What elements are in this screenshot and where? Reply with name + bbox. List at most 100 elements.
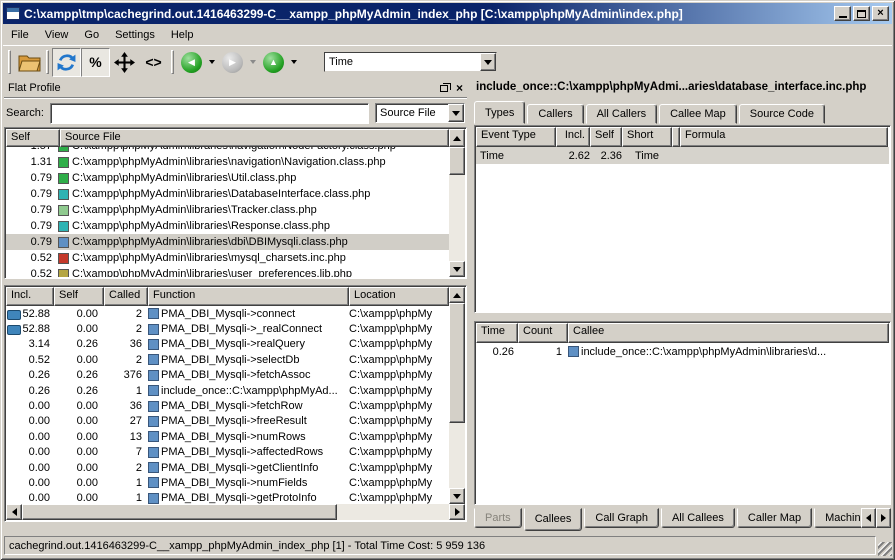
tab-all-callees[interactable]: All Callees (661, 508, 735, 528)
grouping-dropdown-button[interactable] (448, 104, 464, 122)
toolbar-handle-3[interactable] (171, 50, 174, 74)
grouping-selector[interactable]: Source File (375, 103, 465, 123)
cycle-detection-button[interactable] (52, 48, 81, 77)
column-header-incl[interactable]: Incl. (556, 127, 590, 147)
list-item[interactable]: 0.79 C:\xampp\phpMyAdmin\libraries\Util.… (6, 170, 449, 186)
column-header-event-type[interactable]: Event Type (476, 127, 556, 147)
resize-grip[interactable] (878, 542, 892, 556)
column-header-self[interactable]: Self (54, 287, 104, 306)
scroll-down-button[interactable] (449, 488, 465, 504)
toolbar-handle-2[interactable] (46, 50, 49, 74)
table-row-selected[interactable]: Time 2.62 2.36 Time (476, 147, 889, 164)
tab-callee-map[interactable]: Callee Map (659, 104, 737, 124)
relative-cost-button[interactable]: % (81, 48, 110, 77)
shorten-templates-button[interactable]: <> (139, 48, 168, 77)
table-row[interactable]: 0.26 0.26 1 include_once::C:\xampp\phpMy… (6, 383, 449, 398)
maximize-button[interactable] (853, 6, 870, 21)
list-item[interactable]: 0.52 C:\xampp\phpMyAdmin\libraries\user_… (6, 266, 449, 277)
scrollbar-track[interactable] (337, 504, 449, 520)
table-row[interactable]: 0.00 0.00 27 PMA_DBI_Mysqli->freeResult … (6, 414, 449, 429)
table-row[interactable]: 0.00 0.00 13 PMA_DBI_Mysqli->numRows C:\… (6, 429, 449, 444)
toolbar-handle[interactable] (8, 50, 11, 74)
scrollbar-track[interactable] (449, 175, 465, 261)
table-row[interactable]: 3.14 0.26 36 PMA_DBI_Mysqli->realQuery C… (6, 337, 449, 352)
tab-callers[interactable]: Callers (527, 104, 583, 124)
table-row[interactable]: 52.88 0.00 2 PMA_DBI_Mysqli->connect C:\… (6, 306, 449, 321)
table-row[interactable]: 0.26 0.26 376 PMA_DBI_Mysqli->fetchAssoc… (6, 368, 449, 383)
menu-file[interactable]: File (3, 27, 37, 43)
column-header-source-file[interactable]: Source File (60, 129, 449, 147)
up-dropdown[interactable] (288, 52, 300, 73)
scroll-down-button[interactable] (449, 261, 465, 277)
menu-view[interactable]: View (37, 27, 77, 43)
column-header-self[interactable]: Self (590, 127, 622, 147)
column-header-short[interactable]: Short (622, 127, 672, 147)
table-row[interactable]: 0.00 0.00 36 PMA_DBI_Mysqli->fetchRow C:… (6, 398, 449, 413)
event-type-dropdown-button[interactable] (480, 53, 496, 71)
forward-dropdown[interactable] (247, 52, 259, 73)
table-row[interactable]: 52.88 0.00 2 PMA_DBI_Mysqli->_realConnec… (6, 321, 449, 336)
column-header-self[interactable]: Self (6, 129, 60, 147)
flat-profile-header[interactable]: Flat Profile × (4, 79, 467, 98)
tab-caller-map[interactable]: Caller Map (737, 508, 812, 528)
tab-scroll-right-button[interactable] (876, 508, 891, 528)
column-header-count[interactable]: Count (518, 323, 568, 343)
tab-callees[interactable]: Callees (524, 508, 583, 531)
back-button[interactable]: ◀ (177, 48, 206, 77)
title-bar[interactable]: C:\xampp\tmp\cachegrind.out.1416463299-C… (3, 3, 892, 24)
vertical-scrollbar[interactable] (449, 129, 465, 277)
called-value: 36 (104, 338, 148, 350)
list-item[interactable]: 1.31 C:\xampp\phpMyAdmin\libraries\navig… (6, 154, 449, 170)
tab-all-callers[interactable]: All Callers (586, 104, 658, 124)
table-row[interactable]: 0.52 0.00 2 PMA_DBI_Mysqli->selectDb C:\… (6, 352, 449, 367)
table-row[interactable]: 0.00 0.00 2 PMA_DBI_Mysqli->getClientInf… (6, 460, 449, 475)
scrollbar-thumb[interactable] (22, 504, 337, 520)
table-row[interactable]: 0.00 0.00 1 PMA_DBI_Mysqli->numFields C:… (6, 475, 449, 490)
scroll-right-button[interactable] (449, 504, 465, 520)
menu-go[interactable]: Go (76, 27, 107, 43)
column-header-formula[interactable]: Formula (680, 127, 888, 147)
list-item-selected[interactable]: 0.79 C:\xampp\phpMyAdmin\libraries\dbi\D… (6, 234, 449, 250)
list-item[interactable]: 0.52 C:\xampp\phpMyAdmin\libraries\mysql… (6, 250, 449, 266)
float-dock-icon[interactable] (440, 85, 448, 92)
scrollbar-thumb[interactable] (449, 147, 465, 175)
tab-scroll-left-button[interactable] (861, 508, 876, 528)
tab-source-code[interactable]: Source Code (739, 104, 825, 124)
scroll-up-button[interactable] (449, 287, 465, 303)
column-header-location[interactable]: Location (349, 287, 449, 306)
tab-call-graph[interactable]: Call Graph (584, 508, 659, 528)
vertical-scrollbar[interactable] (449, 287, 465, 504)
list-item[interactable]: 0.79 C:\xampp\phpMyAdmin\libraries\Track… (6, 202, 449, 218)
scroll-left-button[interactable] (6, 504, 22, 520)
column-header-spacer[interactable] (672, 127, 680, 147)
list-item[interactable]: 1.57 C:\xampp\phpMyAdmin\libraries\navig… (6, 147, 449, 154)
horizontal-scrollbar[interactable] (6, 504, 465, 520)
forward-button[interactable]: ▶ (218, 48, 247, 77)
tab-parts[interactable]: Parts (474, 508, 522, 528)
search-input[interactable] (50, 103, 369, 124)
column-header-callee[interactable]: Callee (568, 323, 889, 343)
minimize-button[interactable] (834, 6, 851, 21)
up-button[interactable]: ▲ (259, 48, 288, 77)
expand-areas-button[interactable] (110, 48, 139, 77)
column-header-function[interactable]: Function (148, 287, 349, 306)
column-header-incl[interactable]: Incl. (6, 287, 54, 306)
close-button[interactable]: × (872, 6, 889, 21)
column-header-called[interactable]: Called (104, 287, 148, 306)
close-dock-icon[interactable]: × (456, 82, 463, 94)
event-type-selector[interactable]: Time (324, 52, 497, 72)
menu-help[interactable]: Help (163, 27, 202, 43)
table-row[interactable]: 0.00 0.00 1 PMA_DBI_Mysqli->getProtoInfo… (6, 491, 449, 504)
table-row[interactable]: 0.00 0.00 7 PMA_DBI_Mysqli->affectedRows… (6, 445, 449, 460)
list-item[interactable]: 0.79 C:\xampp\phpMyAdmin\libraries\Respo… (6, 218, 449, 234)
list-item[interactable]: 0.79 C:\xampp\phpMyAdmin\libraries\Datab… (6, 186, 449, 202)
back-dropdown[interactable] (206, 52, 218, 73)
column-header-time[interactable]: Time (476, 323, 518, 343)
table-row[interactable]: 0.26 1 include_once::C:\xampp\phpMyAdmin… (476, 343, 889, 360)
menu-settings[interactable]: Settings (107, 27, 163, 43)
tab-types[interactable]: Types (474, 101, 525, 124)
open-file-button[interactable] (14, 48, 43, 77)
location-value: C:\xampp\phpMy (349, 400, 449, 412)
scrollbar-track[interactable] (449, 423, 465, 488)
scrollbar-thumb[interactable] (449, 303, 465, 423)
